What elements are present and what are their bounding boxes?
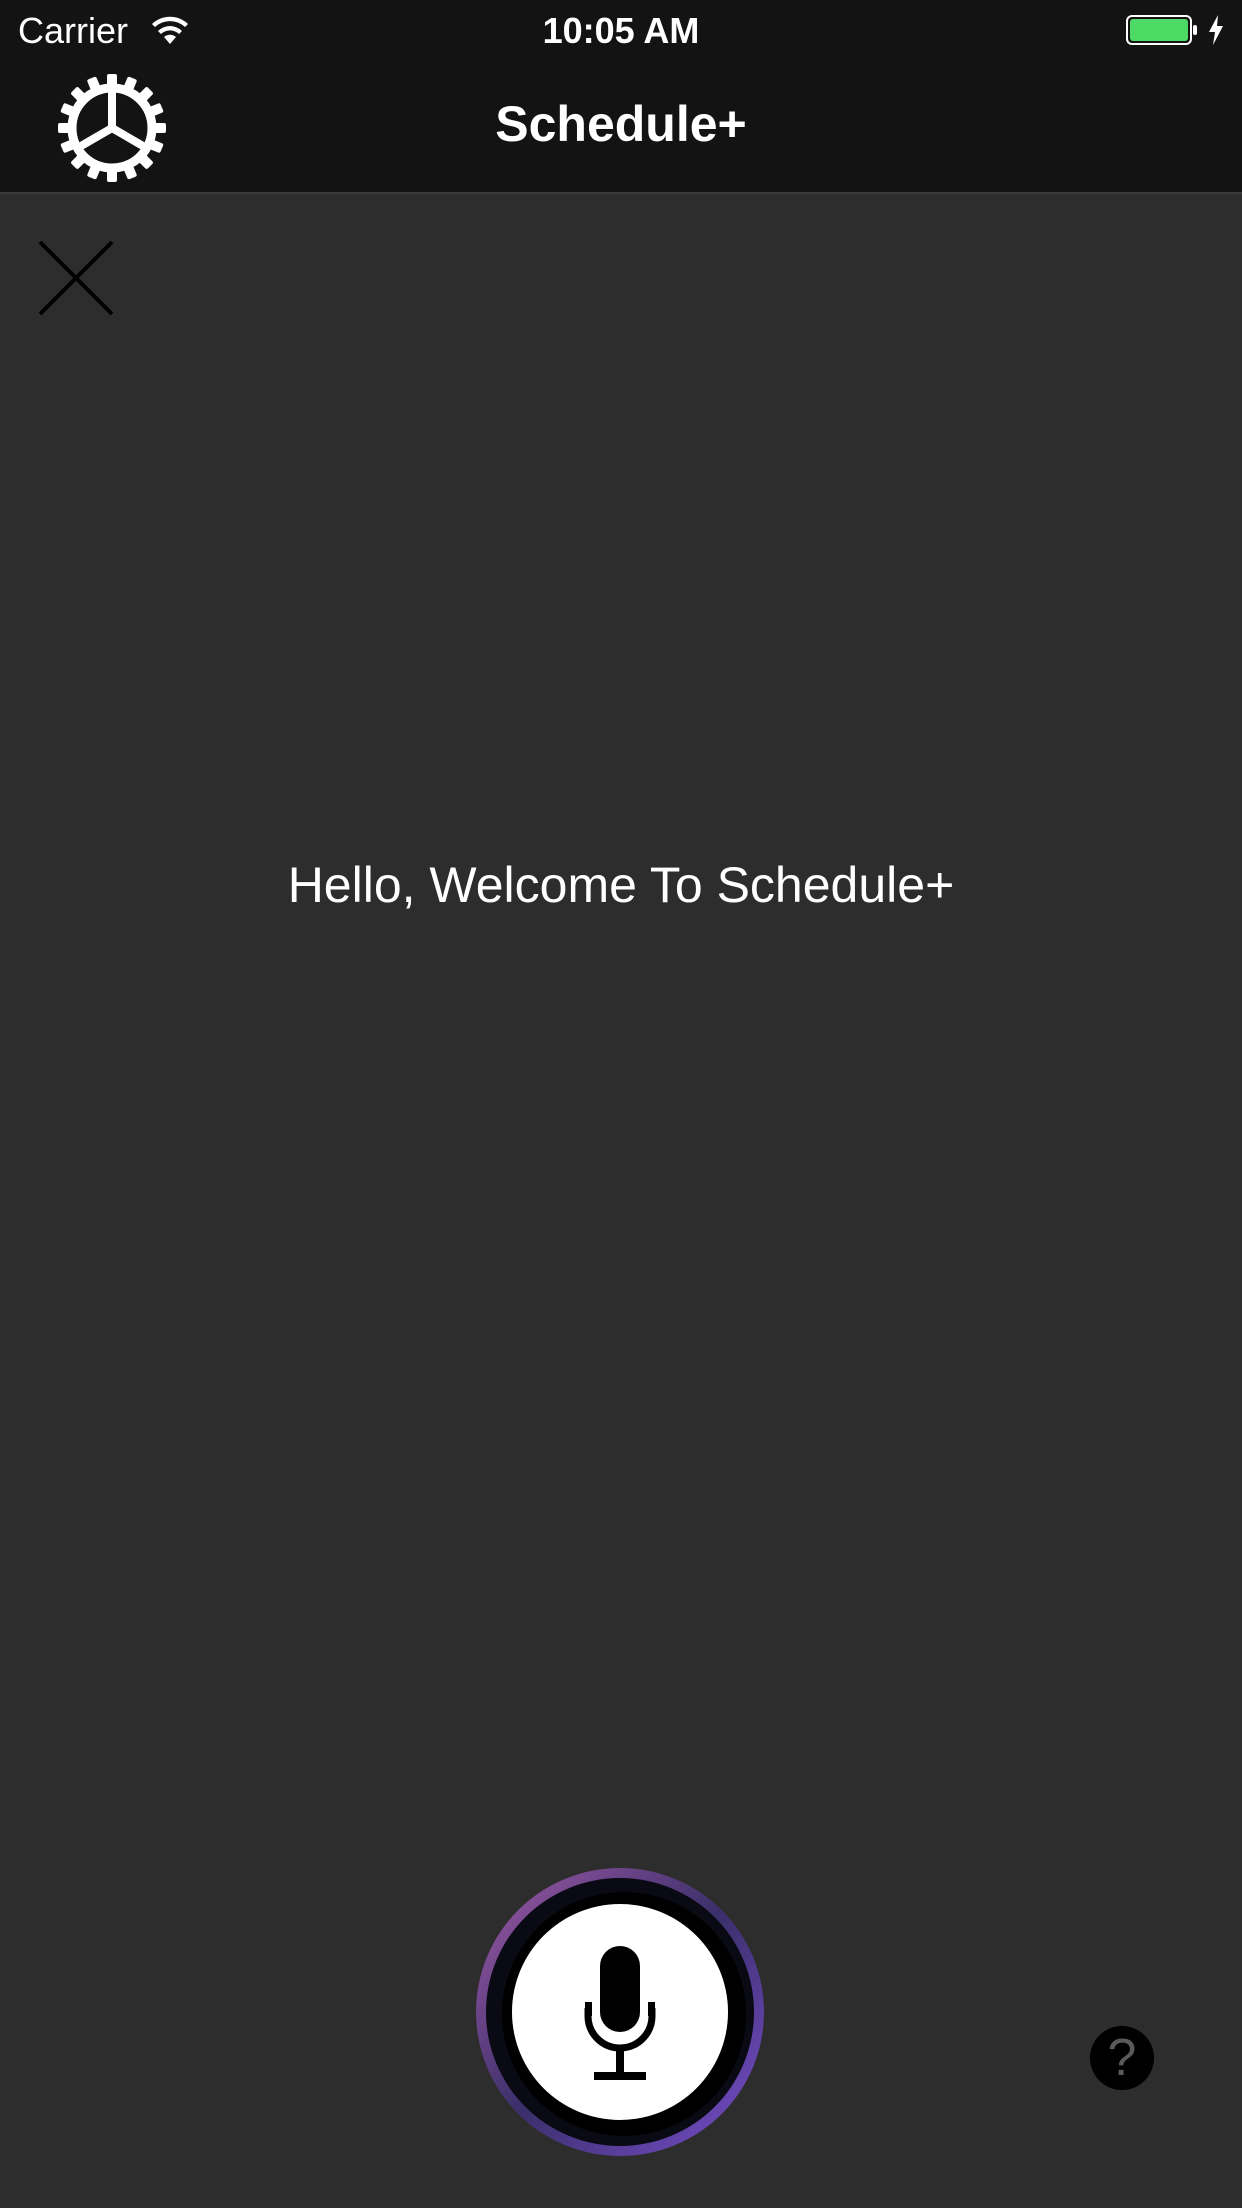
close-icon[interactable]	[36, 238, 116, 318]
app-screen: Carrier 10:05 AM Schedule+ Hello, Welcom…	[0, 0, 1242, 2208]
status-bar: Carrier 10:05 AM	[0, 0, 1242, 62]
welcome-message: Hello, Welcome To Schedule+	[287, 857, 955, 913]
page-title: Schedule+	[495, 96, 747, 152]
status-time: 10:05 AM	[542, 10, 700, 51]
charging-bolt-icon	[1209, 15, 1223, 45]
help-button[interactable]: ?	[1090, 2026, 1154, 2090]
microphone-button[interactable]	[472, 1864, 768, 2160]
navigation-bar: Schedule+	[0, 62, 1242, 194]
battery-icon	[1126, 15, 1197, 45]
